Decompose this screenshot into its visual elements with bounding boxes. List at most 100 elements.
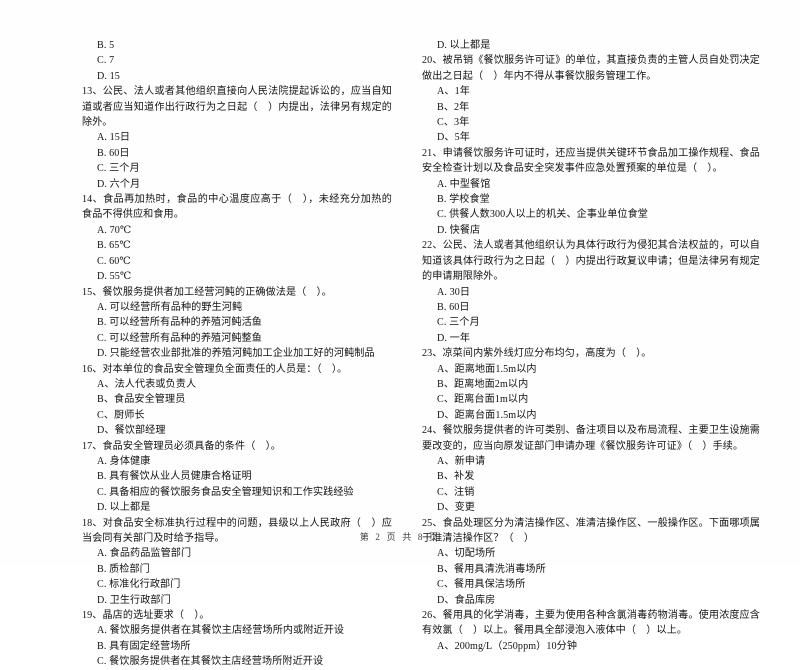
option-item: C. 供餐人数300人以上的机关、企事业单位食堂 bbox=[437, 209, 649, 221]
option-item: A. 15日 bbox=[97, 132, 131, 144]
right-orphan-options: D. 以上都是 bbox=[422, 38, 760, 53]
page-number-label: 第 2 页 共 8 页 bbox=[359, 532, 441, 542]
left-column: B. 5 C. 7 D. 15 13、公民、法人或者其他组织直接向人民法院提起诉… bbox=[0, 38, 400, 670]
option-item: A. 身体健康 bbox=[97, 455, 151, 467]
option-item: B. 具有餐饮从业人员健康合格证明 bbox=[97, 471, 252, 483]
option-item: D、变更 bbox=[437, 502, 475, 514]
question-stem: 13、公民、法人或者其他组织直接向人民法院提起诉讼的，应当自知道或者应当知道作出… bbox=[82, 86, 392, 129]
option-item: D. 卫生行政部门 bbox=[97, 594, 171, 606]
option-item: B、补发 bbox=[437, 471, 475, 483]
option-item: D. 六个月 bbox=[97, 178, 141, 190]
two-column-body: B. 5 C. 7 D. 15 13、公民、法人或者其他组织直接向人民法院提起诉… bbox=[0, 38, 800, 667]
question-options: A. 15日 B. 60日 C. 三个月 D. 六个月 bbox=[82, 130, 392, 192]
option-item: C、注销 bbox=[437, 486, 475, 498]
question-stem: 20、被吊销《餐饮服务许可证》的单位，其直接负责的主管人员自处罚决定做出之日起（… bbox=[422, 55, 760, 82]
option-item: C、3年 bbox=[437, 117, 470, 129]
question-options: A、200mg/L（250ppm）10分钟 bbox=[422, 639, 760, 654]
option-item: D、距离台面1.5m以内 bbox=[437, 409, 537, 421]
question-stem: 22、公民、法人或者其他组织认为具体行政行为侵犯其合法权益的，可以自知道该具体行… bbox=[422, 240, 760, 283]
option-item: D、餐饮部经理 bbox=[97, 425, 166, 437]
option-item: C. 三个月 bbox=[97, 163, 140, 175]
option-item: C、厨师长 bbox=[97, 409, 145, 421]
question-stem: 21、申请餐饮服务许可证时，还应当提供关键环节食品加工操作规程、食品安全检查计划… bbox=[422, 147, 760, 175]
option-item: A、新申请 bbox=[437, 455, 486, 467]
option-item: A. 食品药品监管部门 bbox=[97, 548, 192, 560]
question-20: 20、被吊销《餐饮服务许可证》的单位，其直接负责的主管人员自处罚决定做出之日起（… bbox=[422, 53, 760, 145]
option-item: B. 质检部门 bbox=[97, 563, 150, 575]
question-options: A. 中型餐馆 B. 学校食堂 C. 供餐人数300人以上的机关、企事业单位食堂… bbox=[422, 177, 760, 239]
option-item: C. 7 bbox=[97, 55, 115, 67]
question-14: 14、食品再加热时，食品的中心温度应高于（ ），未经充分加热的食品不得供应和食用… bbox=[82, 192, 392, 284]
question-stem: 17、食品安全管理员必须具备的条件（ ）。 bbox=[82, 440, 281, 452]
question-stem: 14、食品再加热时，食品的中心温度应高于（ ），未经充分加热的食品不得供应和食用… bbox=[82, 194, 392, 221]
question-options: A. 食品药品监管部门 B. 质检部门 C. 标准化行政部门 D. 卫生行政部门 bbox=[82, 546, 392, 608]
option-item: B、距离地面2m以内 bbox=[437, 378, 529, 390]
question-options: A. 身体健康 B. 具有餐饮从业人员健康合格证明 C. 具备相应的餐饮服务食品… bbox=[82, 454, 392, 516]
question-options: A. 餐饮服务提供者在其餐饮主店经营场所内或附近开设 B. 具有固定经营场所 C… bbox=[82, 623, 392, 669]
exam-page: B. 5 C. 7 D. 15 13、公民、法人或者其他组织直接向人民法院提起诉… bbox=[0, 0, 800, 667]
option-item: D. 只能经营农业部批准的养殖河鲀加工企业加工好的河鲀制品 bbox=[97, 348, 375, 360]
question-stem: 15、餐饮服务提供者加工经营河鲀的正确做法是（ ）。 bbox=[82, 286, 332, 298]
question-13: 13、公民、法人或者其他组织直接向人民法院提起诉讼的，应当自知道或者应当知道作出… bbox=[82, 84, 392, 192]
option-item: C. 餐饮服务提供者在其餐饮主店经营场所附近开设 bbox=[97, 656, 324, 668]
question-stem: 24、餐饮服务提供者的许可类别、备注项目以及布局流程、主要卫生设施需要改变的，应… bbox=[422, 425, 760, 452]
option-item: B. 5 bbox=[97, 40, 115, 51]
option-item: D、食品库房 bbox=[437, 594, 496, 606]
option-item: C. 可以经营所有品种的养殖河鲀整鱼 bbox=[97, 332, 262, 344]
right-column: D. 以上都是 20、被吊销《餐饮服务许可证》的单位，其直接负责的主管人员自处罚… bbox=[400, 38, 800, 654]
page-footer: 第 2 页 共 8 页 bbox=[0, 530, 800, 543]
question-24: 24、餐饮服务提供者的许可类别、备注项目以及布局流程、主要卫生设施需要改变的，应… bbox=[422, 423, 760, 515]
option-item: D. 快餐店 bbox=[437, 224, 481, 236]
option-item: B、食品安全管理员 bbox=[97, 394, 186, 406]
option-item: A、法人代表或负责人 bbox=[97, 378, 197, 390]
option-item: A、切配场所 bbox=[437, 548, 496, 560]
question-options: A、1年 B、2年 C、3年 D、5年 bbox=[422, 84, 760, 146]
option-item: B. 65℃ bbox=[97, 240, 131, 252]
option-item: A. 可以经营所有品种的野生河鲀 bbox=[97, 301, 243, 313]
option-item: D. 以上都是 bbox=[97, 502, 151, 514]
option-item: C. 三个月 bbox=[437, 317, 480, 329]
question-stem: 16、对本单位的食品安全管理负全面责任的人员是：（ ）。 bbox=[82, 363, 348, 375]
question-options: A. 30日 B. 60日 C. 三个月 D. 一年 bbox=[422, 285, 760, 347]
question-16: 16、对本单位的食品安全管理负全面责任的人员是：（ ）。 A、法人代表或负责人 … bbox=[82, 362, 392, 439]
option-item: C. 标准化行政部门 bbox=[97, 579, 181, 591]
option-item: B. 60日 bbox=[97, 147, 130, 159]
option-item: A. 70℃ bbox=[97, 224, 132, 236]
option-item: D、5年 bbox=[437, 132, 470, 144]
option-item: C、距离台面1m以内 bbox=[437, 394, 529, 406]
option-item: A、距离地面1.5m以内 bbox=[437, 363, 537, 375]
option-item: B. 具有固定经营场所 bbox=[97, 640, 191, 652]
option-item: A. 30日 bbox=[437, 286, 471, 298]
option-item: A. 中型餐馆 bbox=[437, 178, 491, 190]
option-item: A、1年 bbox=[437, 86, 470, 98]
option-item: D. 15 bbox=[97, 70, 120, 82]
question-options: A、新申请 B、补发 C、注销 D、变更 bbox=[422, 454, 760, 516]
option-item: B. 60日 bbox=[437, 301, 470, 313]
question-23: 23、凉菜间内紫外线灯应分布均匀，高度为（ ）。 A、距离地面1.5m以内 B、… bbox=[422, 346, 760, 423]
question-options: A、距离地面1.5m以内 B、距离地面2m以内 C、距离台面1m以内 D、距离台… bbox=[422, 362, 760, 424]
question-19: 19、晶店的选址要求（ ）。 A. 餐饮服务提供者在其餐饮主店经营场所内或附近开… bbox=[82, 608, 392, 670]
option-item: B. 可以经营所有品种的养殖河鲀活鱼 bbox=[97, 317, 262, 329]
option-item: B、2年 bbox=[437, 101, 470, 113]
question-options: A、切配场所 B、餐用具清洗消毒场所 C、餐用具保洁场所 D、食品库房 bbox=[422, 546, 760, 608]
option-item: D. 55℃ bbox=[97, 271, 132, 283]
option-item: C. 60℃ bbox=[97, 255, 131, 267]
question-17: 17、食品安全管理员必须具备的条件（ ）。 A. 身体健康 B. 具有餐饮从业人… bbox=[82, 439, 392, 516]
question-stem: 23、凉菜间内紫外线灯应分布均匀，高度为（ ）。 bbox=[422, 348, 652, 360]
question-options: A. 可以经营所有品种的野生河鲀 B. 可以经营所有品种的养殖河鲀活鱼 C. 可… bbox=[82, 300, 392, 362]
option-item: A. 餐饮服务提供者在其餐饮主店经营场所内或附近开设 bbox=[97, 625, 345, 637]
option-item: D. 一年 bbox=[437, 332, 471, 344]
question-stem: 19、晶店的选址要求（ ）。 bbox=[82, 610, 210, 622]
option-item: B、餐用具清洗消毒场所 bbox=[437, 563, 546, 575]
question-15: 15、餐饮服务提供者加工经营河鲀的正确做法是（ ）。 A. 可以经营所有品种的野… bbox=[82, 285, 392, 362]
option-item: C、餐用具保洁场所 bbox=[437, 579, 526, 591]
option-item: B. 学校食堂 bbox=[437, 194, 490, 206]
question-22: 22、公民、法人或者其他组织认为具体行政行为侵犯其合法权益的，可以自知道该具体行… bbox=[422, 238, 760, 346]
question-options: A. 70℃ B. 65℃ C. 60℃ D. 55℃ bbox=[82, 223, 392, 285]
option-item: D. 以上都是 bbox=[437, 40, 491, 51]
question-stem: 26、餐用具的化学消毒，主要为使用各种含氯消毒药物消毒。使用浓度应含有效氯（ ）… bbox=[422, 610, 760, 637]
question-26: 26、餐用具的化学消毒，主要为使用各种含氯消毒药物消毒。使用浓度应含有效氯（ ）… bbox=[422, 608, 760, 654]
left-orphan-options: B. 5 C. 7 D. 15 bbox=[82, 38, 392, 84]
question-21: 21、申请餐饮服务许可证时，还应当提供关键环节食品加工操作规程、食品安全检查计划… bbox=[422, 146, 760, 238]
option-item: C. 具备相应的餐饮服务食品安全管理知识和工作实践经验 bbox=[97, 486, 354, 498]
